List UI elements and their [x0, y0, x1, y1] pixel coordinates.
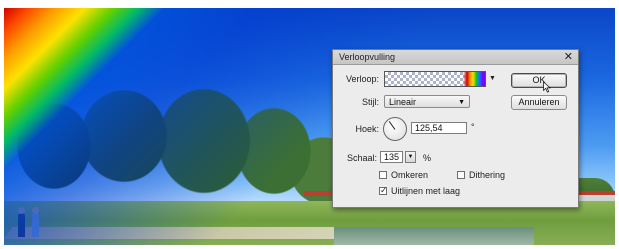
reverse-checkbox-box[interactable]: [379, 171, 387, 179]
dither-checkbox[interactable]: Dithering: [457, 170, 505, 180]
angle-unit: °: [471, 122, 475, 132]
reverse-label: Omkeren: [391, 170, 429, 180]
style-select[interactable]: Lineair ▼: [384, 95, 470, 108]
dialog-titlebar[interactable]: Verloopvulling ✕: [333, 50, 578, 65]
style-label: Stijl:: [361, 97, 379, 107]
align-checkbox[interactable]: Uitlijnen met laag: [379, 185, 461, 196]
scale-input[interactable]: 135: [380, 151, 403, 163]
gradient-spectrum: [385, 72, 485, 86]
chevron-down-icon: ▼: [458, 99, 465, 106]
gradient-picker[interactable]: [384, 71, 486, 87]
scale-unit: %: [423, 153, 432, 163]
gradient-fill-dialog: Verloopvulling ✕ Verloop: ▼ Stijl: Linea…: [332, 49, 579, 208]
gradient-label: Verloop:: [345, 74, 379, 84]
angle-dial-icon[interactable]: [383, 117, 407, 141]
angle-needle: [388, 121, 396, 130]
align-checkbox-box[interactable]: [379, 185, 388, 196]
dither-label: Dithering: [469, 170, 506, 180]
mouse-pointer-icon: [543, 81, 551, 93]
angle-label: Hoek:: [355, 124, 379, 134]
align-label: Uitlijnen met laag: [391, 186, 461, 196]
cancel-button[interactable]: Annuleren: [511, 95, 567, 110]
chevron-down-icon[interactable]: ▼: [489, 75, 496, 82]
chevron-down-icon: ▼: [407, 154, 414, 160]
style-value: Lineair: [389, 97, 417, 107]
ok-button[interactable]: OK: [511, 73, 567, 88]
scale-label: Schaal:: [346, 153, 377, 163]
angle-input[interactable]: 125,54: [411, 122, 467, 134]
close-icon[interactable]: ✕: [564, 50, 573, 63]
reverse-checkbox[interactable]: Omkeren: [379, 170, 428, 180]
dialog-title: Verloopvulling: [339, 52, 396, 62]
scale-dropdown[interactable]: ▼: [405, 151, 416, 163]
dither-checkbox-box[interactable]: [457, 171, 465, 179]
